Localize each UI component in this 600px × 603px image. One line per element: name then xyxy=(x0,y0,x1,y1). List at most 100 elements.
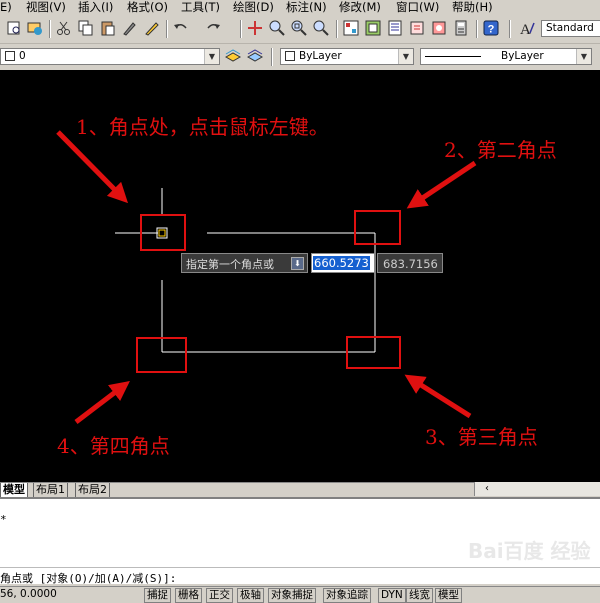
drawing-area[interactable]: 1、角点处，点击鼠标左键。 2、第二角点 3、第三角点 4、第四角点 指定第一个… xyxy=(0,70,600,482)
menu-insert[interactable]: 插入(I) xyxy=(78,0,113,16)
horizontal-scrollbar[interactable]: ‹ xyxy=(474,482,600,496)
menu-draw[interactable]: 绘图(D) xyxy=(233,0,274,16)
publish-button[interactable] xyxy=(26,19,44,37)
x-coordinate-input[interactable]: 660.5273 xyxy=(311,253,375,273)
arrow-to-corner-3 xyxy=(404,374,472,419)
baidu-watermark: Bai百度 经验 xyxy=(468,539,591,563)
svg-text:?: ? xyxy=(488,24,495,36)
help-button[interactable]: ? xyxy=(482,19,500,37)
chevron-down-icon: ▼ xyxy=(204,49,219,64)
plot-preview-icon xyxy=(7,21,20,35)
tool-palettes-button[interactable] xyxy=(386,19,404,37)
redo-icon xyxy=(207,24,220,29)
text-style-select[interactable]: Standard xyxy=(541,20,600,37)
help-icon: ? xyxy=(483,20,499,36)
paste-button[interactable] xyxy=(99,19,117,37)
annotation-step-1: 1、角点处，点击鼠标左键。 xyxy=(76,115,329,139)
lineweight-toggle[interactable]: 线宽 xyxy=(406,588,433,603)
pan-button[interactable] xyxy=(246,19,264,37)
layer-previous-button[interactable] xyxy=(246,47,264,65)
dynamic-input-prompt-text: 指定第一个角点或 xyxy=(186,258,274,271)
color-select[interactable]: ByLayer ▼ xyxy=(280,48,414,65)
menu-modify[interactable]: 修改(M) xyxy=(339,0,381,16)
layer-value: 0 xyxy=(19,50,26,62)
tab-layout1[interactable]: 布局1 xyxy=(33,483,68,498)
svg-text:A: A xyxy=(520,22,531,37)
tab-model[interactable]: 模型 xyxy=(0,483,28,498)
zoom-window-icon xyxy=(291,20,307,36)
copy-button[interactable] xyxy=(77,19,95,37)
chevron-down-icon: ▼ xyxy=(398,49,413,64)
zoom-previous-button[interactable] xyxy=(312,19,330,37)
layer-current-icon xyxy=(224,49,242,62)
menu-dimension[interactable]: 标注(N) xyxy=(286,0,327,16)
arrow-to-corner-4 xyxy=(74,380,130,424)
layer-select[interactable]: 0 ▼ xyxy=(0,48,220,65)
chevron-down-icon: ▼ xyxy=(576,49,591,64)
linetype-sample-icon xyxy=(425,55,481,57)
menu-format[interactable]: 格式(O) xyxy=(127,0,168,16)
cut-button[interactable] xyxy=(55,19,73,37)
y-coordinate-value: 683.7156 xyxy=(383,257,438,271)
properties-toolbar: 0 ▼ ByLayer ▼ ByLayer ▼ xyxy=(0,44,600,70)
publish-icon xyxy=(27,22,42,35)
tool-palettes-icon xyxy=(388,20,402,36)
design-center-button[interactable] xyxy=(364,19,382,37)
annotation-step-3: 3、第三角点 xyxy=(425,425,538,449)
menu-edit[interactable]: E) xyxy=(0,0,12,16)
polar-toggle[interactable]: 极轴 xyxy=(237,588,264,603)
pencil-icon xyxy=(145,22,159,36)
x-coordinate-value: 660.5273 xyxy=(313,256,370,270)
undo-icon xyxy=(174,24,187,29)
dynamic-input-prompt: 指定第一个角点或 ⬇ xyxy=(181,253,308,273)
sheet-set-button[interactable] xyxy=(408,19,426,37)
pan-icon xyxy=(248,21,262,35)
paste-icon xyxy=(101,21,115,36)
menu-tools[interactable]: 工具(T) xyxy=(181,0,220,16)
calculator-button[interactable] xyxy=(452,19,470,37)
properties-icon xyxy=(343,20,359,36)
text-style-icon: A xyxy=(520,22,535,37)
standard-toolbar: ? A Standard xyxy=(0,16,600,44)
annotation-step-4: 4、第四角点 xyxy=(57,434,170,458)
dyn-toggle[interactable]: DYN xyxy=(378,588,406,603)
corner-highlight-box-2 xyxy=(354,210,401,245)
brush-icon xyxy=(123,22,136,36)
properties-button[interactable] xyxy=(342,19,360,37)
dropdown-arrow-icon[interactable]: ⬇ xyxy=(291,257,304,270)
color-swatch-icon xyxy=(285,51,295,61)
y-coordinate-input[interactable]: 683.7156 xyxy=(377,253,443,273)
tab-layout2[interactable]: 布局2 xyxy=(75,483,110,498)
markup-icon xyxy=(432,21,446,35)
zoom-icon xyxy=(269,20,285,36)
make-layer-current-button[interactable] xyxy=(224,47,242,65)
zoom-realtime-button[interactable] xyxy=(268,19,286,37)
scroll-left-icon[interactable]: ‹ xyxy=(485,482,489,495)
markup-button[interactable] xyxy=(430,19,448,37)
snap-toggle[interactable]: 捕捉 xyxy=(144,588,171,603)
menu-view[interactable]: 视图(V) xyxy=(26,0,66,16)
status-bar: 56, 0.0000 捕捉 栅格 正交 极轴 对象捕捉 对象追踪 DYN 线宽 … xyxy=(0,586,600,603)
design-center-icon xyxy=(365,20,381,36)
zoom-window-button[interactable] xyxy=(290,19,308,37)
ortho-toggle[interactable]: 正交 xyxy=(206,588,233,603)
menu-help[interactable]: 帮助(H) xyxy=(452,0,493,16)
block-editor-button[interactable] xyxy=(143,19,161,37)
model-toggle[interactable]: 模型 xyxy=(435,588,462,603)
plot-preview-button[interactable] xyxy=(5,19,23,37)
linetype-select[interactable]: ByLayer ▼ xyxy=(420,48,592,65)
menu-window[interactable]: 窗口(W) xyxy=(396,0,439,16)
match-properties-button[interactable] xyxy=(121,19,139,37)
scissors-icon xyxy=(57,21,70,35)
text-style-button[interactable]: A xyxy=(518,19,536,37)
otrack-toggle[interactable]: 对象追踪 xyxy=(323,588,371,603)
grid-toggle[interactable]: 栅格 xyxy=(175,588,202,603)
command-prompt: 角点或 [对象(O)/加(A)/减(S)]: xyxy=(0,572,177,585)
coordinate-readout: 56, 0.0000 xyxy=(0,588,57,600)
selection-rectangle xyxy=(161,232,376,353)
menu-bar: E) 视图(V) 插入(I) 格式(O) 工具(T) 绘图(D) 标注(N) 修… xyxy=(0,0,600,16)
undo-button[interactable] xyxy=(172,19,190,37)
osnap-toggle[interactable]: 对象捕捉 xyxy=(268,588,316,603)
redo-button[interactable] xyxy=(204,19,222,37)
command-history-line: * xyxy=(0,513,7,526)
